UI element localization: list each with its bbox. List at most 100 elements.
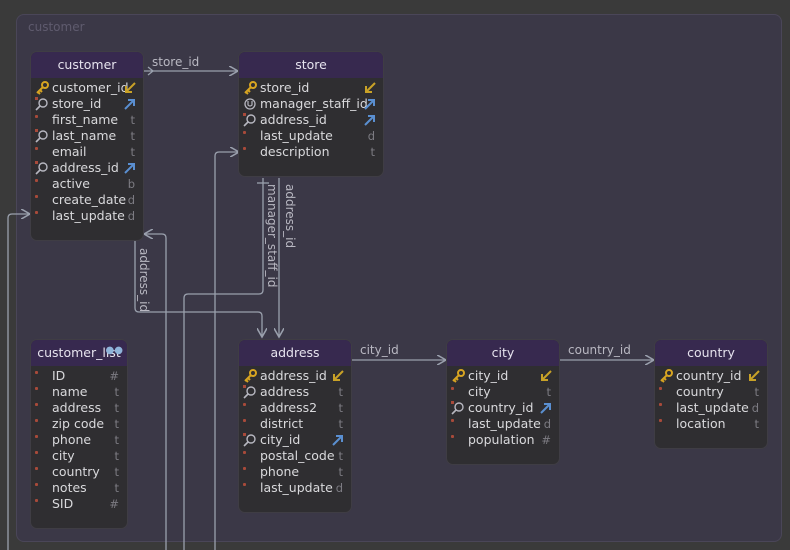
column-row[interactable]: description t: [239, 144, 383, 160]
link-label-address-id-customer: address_id: [137, 248, 151, 313]
table-header[interactable]: country: [655, 340, 767, 366]
link-vertical-far: [7, 214, 30, 550]
column-row[interactable]: phone t: [31, 432, 127, 448]
column-marker-icon: [659, 419, 662, 422]
column-row[interactable]: phone t: [239, 464, 351, 480]
column-name: phone: [260, 464, 300, 479]
column-marker-icon: [35, 195, 38, 198]
column-type: d: [127, 209, 135, 223]
column-name: country_id: [676, 368, 742, 383]
table-customer-list[interactable]: customer_list ●● ID # name t address t zip code t…: [31, 340, 127, 528]
column-row[interactable]: ID #: [31, 368, 127, 384]
column-marker-icon: [35, 179, 38, 182]
column-row[interactable]: postal_code t: [239, 448, 351, 464]
link-vertical-mid: [214, 152, 239, 550]
column-row[interactable]: last_update d: [655, 400, 767, 416]
column-name: first_name: [52, 112, 119, 127]
column-name: address2: [260, 400, 318, 415]
table-header[interactable]: city: [447, 340, 559, 366]
column-type: t: [338, 449, 343, 463]
column-marker-icon: [243, 451, 246, 454]
column-name: create_date: [52, 192, 127, 207]
column-row[interactable]: address_id: [239, 112, 383, 128]
column-row[interactable]: address_id: [239, 368, 351, 384]
link-label-city-id: city_id: [360, 343, 399, 357]
column-name: ID: [52, 368, 66, 383]
column-marker-icon: [243, 419, 246, 422]
column-row[interactable]: address_id: [31, 160, 143, 176]
column-row[interactable]: city t: [31, 448, 127, 464]
column-name: last_update: [260, 480, 333, 495]
column-row[interactable]: location t: [655, 416, 767, 432]
column-row[interactable]: create_date d: [31, 192, 143, 208]
column-name: SID: [52, 496, 74, 511]
column-row[interactable]: country t: [31, 464, 127, 480]
column-type: t: [114, 417, 119, 431]
column-list: address_id address t address2 t district t city…: [239, 366, 351, 504]
column-row[interactable]: SID #: [31, 496, 127, 512]
column-name: description: [260, 144, 330, 159]
column-row[interactable]: population #: [447, 432, 559, 448]
column-row[interactable]: last_update d: [31, 208, 143, 224]
table-address[interactable]: address address_id address t address2 t distri…: [239, 340, 351, 512]
column-row[interactable]: address2 t: [239, 400, 351, 416]
column-row[interactable]: name t: [31, 384, 127, 400]
column-type: t: [114, 401, 119, 415]
column-name: phone: [52, 432, 92, 447]
column-row[interactable]: country_id: [655, 368, 767, 384]
table-header[interactable]: customer: [31, 52, 143, 78]
column-marker-icon: [35, 435, 38, 438]
column-row[interactable]: manager_staff_id: [239, 96, 383, 112]
column-row[interactable]: last_update d: [239, 480, 351, 496]
column-row[interactable]: city t: [447, 384, 559, 400]
column-row[interactable]: zip code t: [31, 416, 127, 432]
column-name: zip code: [52, 416, 105, 431]
column-row[interactable]: email t: [31, 144, 143, 160]
column-marker-icon: [243, 467, 246, 470]
column-type: t: [370, 145, 375, 159]
column-row[interactable]: city_id: [447, 368, 559, 384]
column-marker-icon: [35, 499, 38, 502]
table-header[interactable]: address: [239, 340, 351, 366]
column-row[interactable]: country_id: [447, 400, 559, 416]
column-row[interactable]: last_update d: [447, 416, 559, 432]
column-name: store_id: [52, 96, 102, 111]
column-marker-icon: [659, 403, 662, 406]
column-row[interactable]: address t: [239, 384, 351, 400]
column-row[interactable]: first_name t: [31, 112, 143, 128]
column-row[interactable]: notes t: [31, 480, 127, 496]
column-type: t: [130, 129, 135, 143]
column-row[interactable]: customer_id: [31, 80, 143, 96]
column-type: t: [338, 465, 343, 479]
column-marker-icon: [35, 115, 38, 118]
column-type: t: [546, 385, 551, 399]
column-row[interactable]: store_id: [31, 96, 143, 112]
column-row[interactable]: district t: [239, 416, 351, 432]
column-row[interactable]: address t: [31, 400, 127, 416]
column-marker-icon: [35, 211, 38, 214]
column-type: d: [367, 129, 375, 143]
table-header[interactable]: store: [239, 52, 383, 78]
table-title: customer: [57, 57, 117, 72]
table-store[interactable]: store store_id manager_staff_id address_id l…: [239, 52, 383, 176]
table-city[interactable]: city city_id city t country_id last_update d po…: [447, 340, 559, 464]
column-row[interactable]: last_name t: [31, 128, 143, 144]
column-type: t: [754, 385, 759, 399]
column-row[interactable]: store_id: [239, 80, 383, 96]
column-list: customer_id store_id first_name t last_name t…: [31, 78, 143, 232]
column-type: t: [114, 433, 119, 447]
column-row[interactable]: city_id: [239, 432, 351, 448]
table-header[interactable]: customer_list ●●: [31, 340, 127, 366]
column-row[interactable]: country t: [655, 384, 767, 400]
column-marker-icon: [35, 483, 38, 486]
table-country[interactable]: country country_id country t last_update d loc…: [655, 340, 767, 448]
column-row[interactable]: active b: [31, 176, 143, 192]
column-marker-icon: [35, 467, 38, 470]
column-name: email: [52, 144, 87, 159]
column-name: city: [52, 448, 75, 463]
column-marker-icon: [243, 131, 246, 134]
column-list: ID # name t address t zip code t phone t city t coun…: [31, 366, 127, 520]
column-name: last_update: [260, 128, 333, 143]
table-customer[interactable]: customer customer_id store_id first_name t la…: [31, 52, 143, 240]
column-row[interactable]: last_update d: [239, 128, 383, 144]
